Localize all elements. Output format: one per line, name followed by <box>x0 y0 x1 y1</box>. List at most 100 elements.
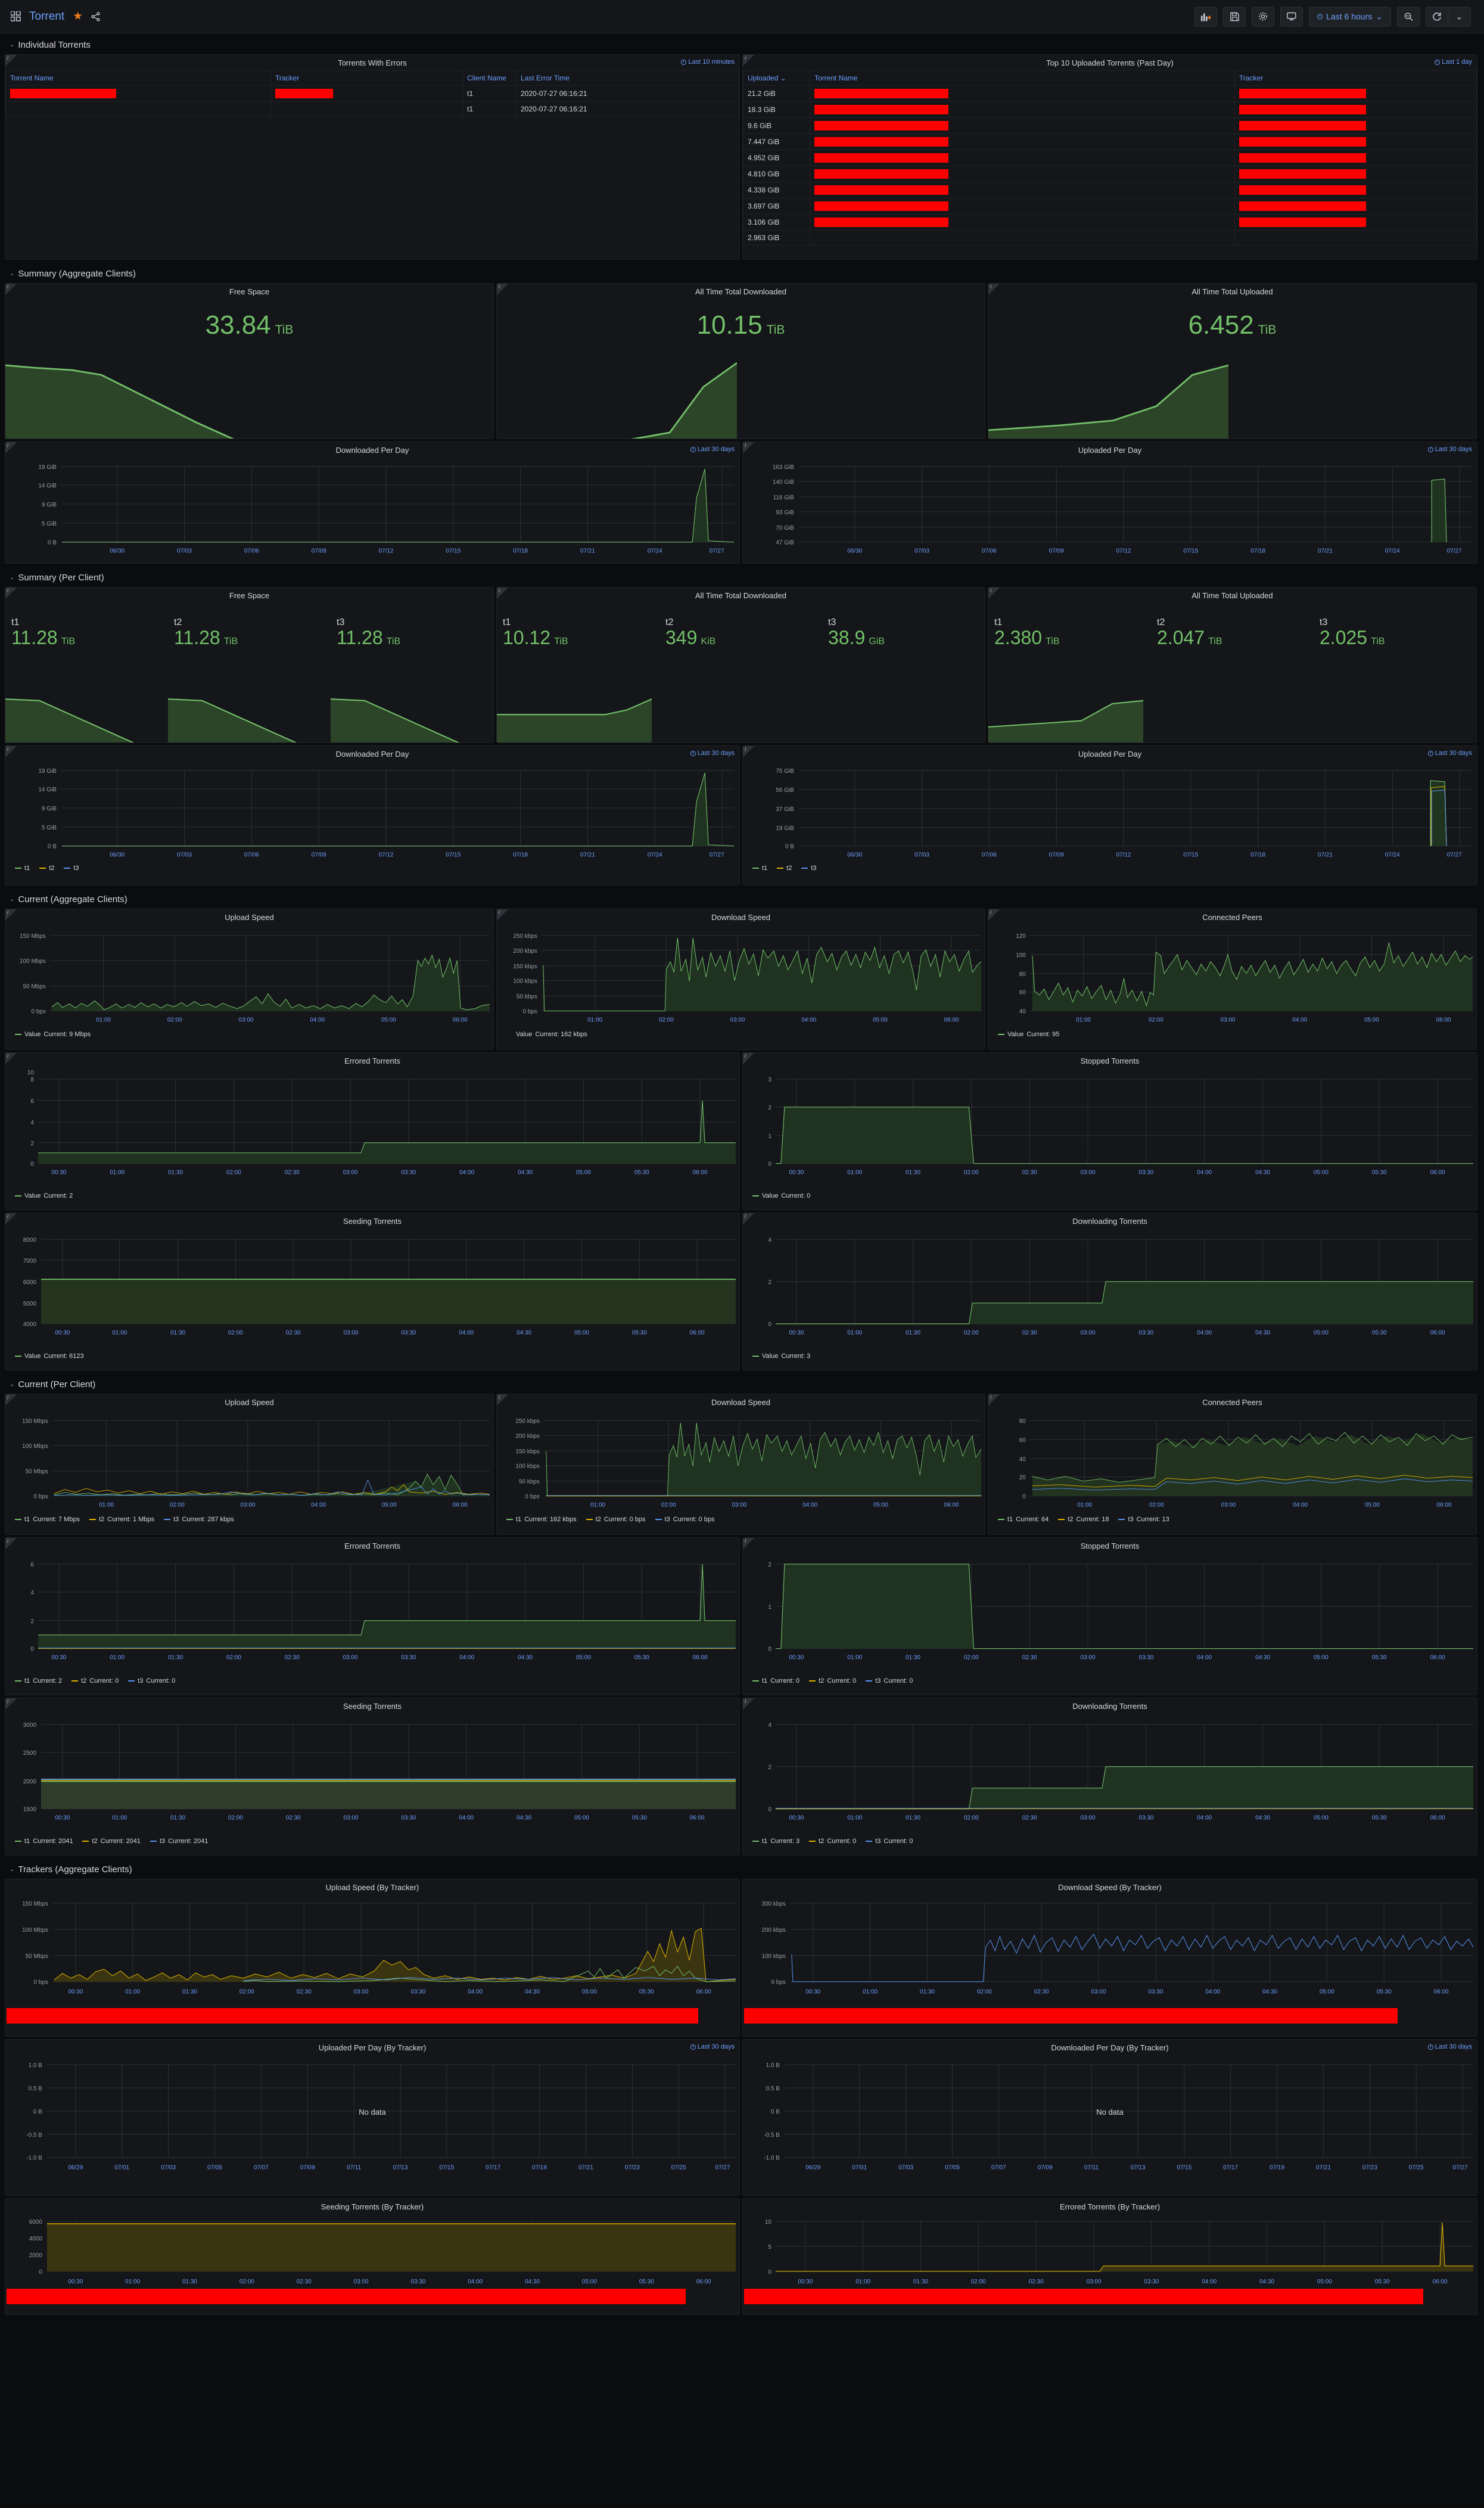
legend-item-t1[interactable]: t1 Current: 2041 <box>15 1838 73 1845</box>
legend-item-t1[interactable]: t1 Current: 64 <box>998 1516 1049 1523</box>
graph-canvas[interactable]: 40 60 80 100 120 01:00 02:00 03:00 04:00 05:00 06… <box>988 925 1476 1038</box>
table-row[interactable]: 4.952 GiB <box>743 150 1477 166</box>
graph-canvas[interactable]: 0 2000 4000 6000 00:30 01:00 01:30 02:00 02:30 0… <box>5 2214 739 2304</box>
column-header-uploaded[interactable]: Uploaded ⌄ <box>743 70 810 86</box>
info-icon[interactable]: i <box>745 1213 746 1219</box>
legend-item-t2[interactable]: t2 Current: 0 <box>809 1838 856 1845</box>
legend-item-value[interactable]: Value Current: 0 <box>752 1192 810 1199</box>
legend-item-t3[interactable]: t3 Current: 0 <box>128 1677 175 1685</box>
legend-item-t3[interactable]: t3 <box>64 865 79 872</box>
column-header-last-error-time[interactable]: Last Error Time <box>516 70 739 86</box>
table-row[interactable]: t1 2020-07-27 06:16:21 <box>5 85 739 102</box>
legend-item-t1[interactable]: t1 <box>752 865 767 872</box>
info-icon[interactable]: i <box>990 909 991 915</box>
star-icon[interactable]: ★ <box>73 10 83 23</box>
row-header-trackers-aggregate[interactable]: ⌄ Trackers (Aggregate Clients) <box>4 1858 1480 1879</box>
info-icon[interactable]: i <box>745 442 746 448</box>
refresh-interval-dropdown[interactable]: ⌄ <box>1448 7 1471 26</box>
legend-item-value[interactable]: Value Current: 2 <box>15 1192 73 1199</box>
info-icon[interactable]: i <box>745 1538 746 1544</box>
table-row[interactable]: 3.697 GiB <box>743 198 1477 215</box>
legend-item-t3[interactable]: t3 Current: 0 bps <box>655 1516 714 1523</box>
graph-canvas[interactable]: -1.0 B -0.5 B0 B 0.5 B 1.0 B 06/29 07/01 07/0… <box>743 2055 1477 2174</box>
info-icon[interactable]: i <box>499 1394 500 1400</box>
row-header-current-per-client[interactable]: ⌄ Current (Per Client) <box>4 1373 1480 1394</box>
info-icon[interactable]: i <box>745 1053 746 1059</box>
graph-canvas[interactable]: 0 bps 50 Mbps 100 Mbps 150 Mbps 01:00 02:00 0… <box>5 1410 493 1523</box>
legend-item-value[interactable]: Value Current: 3 <box>752 1353 810 1360</box>
legend-item-t1[interactable]: t1 Current: 2 <box>15 1677 62 1685</box>
dashboard-grid-icon[interactable] <box>11 11 21 21</box>
info-icon[interactable]: i <box>7 746 8 752</box>
info-icon[interactable]: i <box>499 909 500 915</box>
graph-canvas[interactable]: 0 bps 50 kbps 100 kbps 150 kbps 200 kbps 250 … <box>497 1410 985 1523</box>
info-icon[interactable]: i <box>7 1213 8 1219</box>
graph-canvas[interactable]: 0 B 19 GiB 37 GiB 56 GiB 75 GiB 06/30 07/03 07… <box>743 762 1477 872</box>
info-icon[interactable]: i <box>7 1394 8 1400</box>
row-header-individual-torrents[interactable]: ⌄ Individual Torrents <box>4 33 1480 54</box>
legend-item-t3[interactable]: t3 Current: 287 kbps <box>164 1516 234 1523</box>
info-icon[interactable]: i <box>499 588 500 593</box>
column-header-torrent-name[interactable]: Torrent Name <box>5 70 271 86</box>
legend-item-t2[interactable]: t2 Current: 18 <box>1058 1516 1109 1523</box>
legend-item-t2[interactable]: t2 Current: 0 <box>71 1677 119 1685</box>
graph-canvas[interactable]: 0 bps 50 kbps 100 kbps 150 kbps 200 kbps 250 … <box>497 925 985 1038</box>
graph-canvas[interactable]: 0 bps 50 Mbps 100 Mbps 150 Mbps 00:30 01:00 0… <box>5 1895 739 2024</box>
legend-item-t1[interactable]: t1 <box>15 865 30 872</box>
graph-canvas[interactable]: 0 B 5 GiB 9 GiB 14 GiB 19 GiB 06/30 07/03… <box>5 458 739 559</box>
info-icon[interactable]: i <box>745 55 746 61</box>
table-row[interactable]: 18.3 GiB <box>743 101 1477 118</box>
legend-item-t3[interactable]: t3 Current: 2041 <box>150 1838 208 1845</box>
legend-item-t1[interactable]: t1 Current: 162 kbps <box>506 1516 577 1523</box>
legend-item-value[interactable]: Value Current: 162 kbps <box>506 1031 587 1038</box>
legend-item-value[interactable]: Value Current: 6123 <box>15 1353 84 1360</box>
graph-canvas[interactable]: -1.0 B -0.5 B0 B 0.5 B 1.0 B 06/29 07/01 07/0… <box>5 2055 739 2174</box>
graph-canvas[interactable]: 0 2 4 6 8 10 00:30 01:00 01:30 02:00 02:30 03:00 0… <box>5 1068 739 1199</box>
graph-canvas[interactable]: 0 bps 50 Mbps 100 Mbps 150 Mbps 01:00 02:00 0… <box>5 925 493 1038</box>
legend-item-t3[interactable]: t3 Current: 0 <box>866 1677 913 1685</box>
row-header-summary-per-client[interactable]: ⌄ Summary (Per Client) <box>4 566 1480 587</box>
table-row[interactable]: t1 2020-07-27 06:16:21 <box>5 101 739 117</box>
row-header-summary-aggregate[interactable]: ⌄ Summary (Aggregate Clients) <box>4 262 1480 283</box>
info-icon[interactable]: i <box>7 909 8 915</box>
dashboard-title[interactable]: Torrent <box>29 10 64 23</box>
legend-item-t2[interactable]: t2 Current: 2041 <box>82 1838 141 1845</box>
legend-item-value[interactable]: Value Current: 9 Mbps <box>15 1031 91 1038</box>
zoom-out-button[interactable] <box>1397 7 1420 26</box>
graph-canvas[interactable]: 0 1 2 00:30 01:00 01:30 02:00 02:30 03:00 03:30 0… <box>743 1553 1477 1685</box>
table-row[interactable]: 2.963 GiB <box>743 230 1477 245</box>
info-icon[interactable]: i <box>499 284 500 290</box>
info-icon[interactable]: i <box>7 1053 8 1059</box>
graph-canvas[interactable]: 0 B 5 GiB 9 GiB 14 GiB 19 GiB 06/30 07/03 07/0… <box>5 762 739 872</box>
legend-item-t2[interactable]: t2 <box>777 865 792 872</box>
legend-item-t2[interactable]: t2 Current: 1 Mbps <box>89 1516 154 1523</box>
legend-item-value[interactable]: Value Current: 95 <box>998 1031 1059 1038</box>
table-row[interactable]: 7.447 GiB <box>743 133 1477 150</box>
info-icon[interactable]: i <box>7 588 8 593</box>
graph-canvas[interactable]: 4000 5000 6000 7000 8000 00:30 01:00 01:30 02:0… <box>5 1229 739 1360</box>
dashboard-settings-button[interactable] <box>1252 7 1275 26</box>
share-icon[interactable] <box>91 11 101 21</box>
legend-item-t2[interactable]: t2 Current: 0 <box>809 1677 856 1685</box>
info-icon[interactable]: i <box>7 284 8 290</box>
graph-canvas[interactable]: 0 1 2 3 00:30 01:00 01:30 02:00 02:30 03:00 03:30… <box>743 1068 1477 1199</box>
info-icon[interactable]: i <box>7 442 8 448</box>
column-header-tracker[interactable]: Tracker <box>270 70 463 86</box>
legend-item-t3[interactable]: t3 <box>801 865 817 872</box>
row-header-current-aggregate[interactable]: ⌄ Current (Aggregate Clients) <box>4 888 1480 909</box>
tv-mode-button[interactable] <box>1280 7 1303 26</box>
refresh-button[interactable] <box>1426 7 1448 26</box>
legend-item-t3[interactable]: t3 Current: 13 <box>1118 1516 1169 1523</box>
legend-item-t3[interactable]: t3 Current: 0 <box>866 1838 913 1845</box>
info-icon[interactable]: i <box>990 588 991 593</box>
save-dashboard-button[interactable] <box>1223 7 1246 26</box>
info-icon[interactable]: i <box>7 1538 8 1544</box>
graph-canvas[interactable]: 0 2 4 00:30 01:00 01:30 02:00 02:30 03:00 03:30 0… <box>743 1229 1477 1360</box>
column-header-tracker[interactable]: Tracker <box>1234 70 1477 86</box>
legend-item-t1[interactable]: t1 Current: 3 <box>752 1838 799 1845</box>
legend-item-t1[interactable]: t1 Current: 7 Mbps <box>15 1516 80 1523</box>
info-icon[interactable]: i <box>745 1698 746 1704</box>
info-icon[interactable]: i <box>7 55 8 61</box>
time-range-picker[interactable]: Last 6 hours ⌄ <box>1309 7 1391 26</box>
graph-canvas[interactable]: 0 bps 100 kbps 200 kbps 300 kbps 00:30 01:00… <box>743 1895 1477 2024</box>
